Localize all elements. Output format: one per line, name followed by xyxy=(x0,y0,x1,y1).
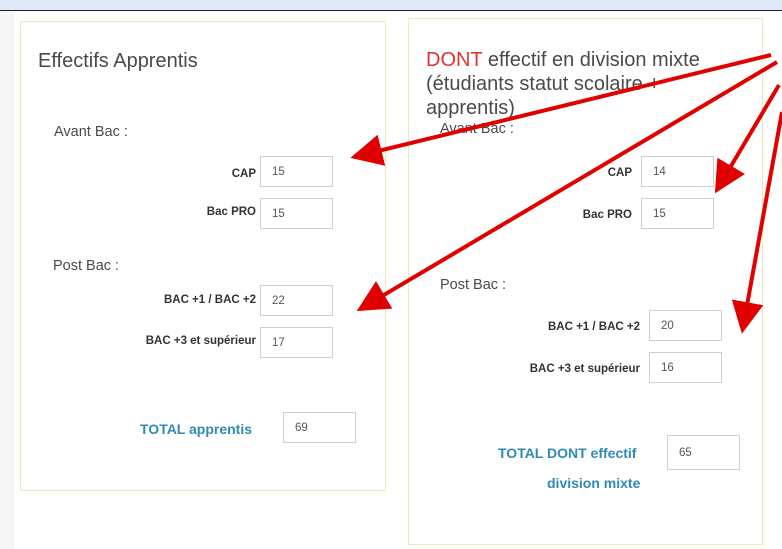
cap-apprentis-input[interactable] xyxy=(260,156,333,187)
bac-3-plus-apprentis-input[interactable] xyxy=(260,327,333,358)
bac-3-plus-mixte-input[interactable] xyxy=(649,352,722,383)
total-apprentis-label: TOTAL apprentis xyxy=(140,421,253,437)
bac-1-2-mixte-input[interactable] xyxy=(649,310,722,341)
bac-1-2-apprentis-input[interactable] xyxy=(260,285,333,316)
bac-pro-apprentis-input[interactable] xyxy=(260,198,333,229)
bac-pro-label: Bac PRO xyxy=(206,206,256,218)
avant-bac-label: Avant Bac : xyxy=(54,124,128,140)
bac-3-plus-label: BAC +3 et supérieur xyxy=(145,335,256,347)
total-dont-input[interactable] xyxy=(667,435,740,470)
dont-highlight: DONT xyxy=(426,49,483,71)
post-bac-label: Post Bac : xyxy=(53,258,120,274)
post-bac-label: Post Bac : xyxy=(440,277,507,293)
total-dont-label-line2: division mixte xyxy=(547,475,641,491)
apprentis-panel-title: Effectifs Apprentis xyxy=(38,50,198,72)
left-gutter xyxy=(0,11,14,549)
bac-pro-mixte-input[interactable] xyxy=(641,198,714,229)
division-mixte-panel-title: DONT effectif en division mixte (étudian… xyxy=(426,48,746,120)
division-mixte-panel: DONT effectif en division mixte (étudian… xyxy=(408,18,763,545)
bac-1-2-label: BAC +1 / BAC +2 xyxy=(163,294,256,306)
bac-1-2-label: BAC +1 / BAC +2 xyxy=(547,321,640,333)
bac-pro-label: Bac PRO xyxy=(582,209,632,221)
total-apprentis-input[interactable] xyxy=(283,412,356,443)
apprentis-panel: Effectifs Apprentis Avant Bac : CAP Bac … xyxy=(20,21,386,491)
total-dont-label-line1: TOTAL DONT effectif xyxy=(498,445,637,461)
cap-mixte-input[interactable] xyxy=(641,156,714,187)
cap-label: CAP xyxy=(231,168,256,180)
avant-bac-label: Avant Bac : xyxy=(440,121,514,137)
top-toolbar-strip xyxy=(0,0,782,11)
bac-3-plus-label: BAC +3 et supérieur xyxy=(529,363,640,375)
cap-label: CAP xyxy=(607,167,632,179)
